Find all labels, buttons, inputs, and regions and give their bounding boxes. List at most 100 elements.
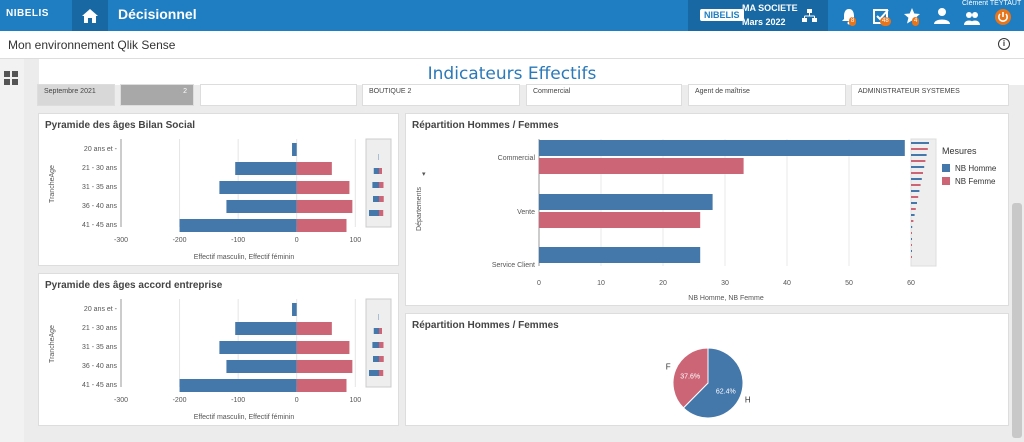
mini-bar <box>911 196 919 198</box>
x-tick-label: 0 <box>295 397 299 404</box>
y-tick-label: Commercial <box>498 155 536 162</box>
mini-bar-female <box>379 328 382 334</box>
top-bar: NIBELIS Décisionnel NIBELIS MA SOCIETE M… <box>0 0 1024 31</box>
bar-male <box>292 143 297 156</box>
mini-bar <box>911 184 921 186</box>
mini-bar <box>911 226 913 228</box>
pyramid-chart[interactable]: -300 -200 -100 0 100 20 ans et - 21 - 30 ans 31… <box>39 114 400 267</box>
bar-male <box>235 322 297 335</box>
bar-male <box>226 200 297 213</box>
y-tick-label: 36 - 40 ans <box>82 363 118 370</box>
notification-badge: 8 <box>849 17 857 26</box>
scrollbar[interactable] <box>1012 203 1022 438</box>
filter-value: Septembre 2021 <box>44 88 96 95</box>
x-tick-label: -200 <box>173 397 187 404</box>
mini-bar-male <box>369 370 379 376</box>
mini-bar-female <box>379 210 384 216</box>
mini-bar-female <box>379 356 384 362</box>
bar-femme <box>539 158 744 174</box>
bar-homme <box>539 247 701 263</box>
y-tick-label: 21 - 30 ans <box>82 325 118 332</box>
mini-bar-female <box>379 342 384 348</box>
x-tick-label: 60 <box>907 280 915 287</box>
mini-bar <box>911 166 925 168</box>
mini-bar <box>911 256 912 258</box>
bar-female <box>296 162 332 175</box>
bar-male <box>235 162 297 175</box>
filter-department[interactable]: Commercial <box>526 84 682 106</box>
left-toolbar <box>0 59 24 442</box>
environment-title: Mon environnement Qlik Sense <box>8 38 176 52</box>
mini-bar <box>911 202 917 204</box>
y-tick-label: 36 - 40 ans <box>82 203 118 210</box>
x-tick-label: 20 <box>659 280 667 287</box>
info-icon[interactable]: i <box>998 38 1010 50</box>
x-axis-title: Effectif masculin, Effectif féminin <box>194 414 295 421</box>
x-tick-label: 50 <box>845 280 853 287</box>
nibelis-logo: NIBELIS <box>6 8 49 19</box>
mini-bar-male <box>369 210 379 216</box>
bar-male <box>219 181 297 194</box>
mini-bar-male <box>373 196 379 202</box>
mini-bar-male <box>373 328 379 334</box>
filter-job[interactable]: ADMINISTRATEUR SYSTEMES <box>851 84 1009 106</box>
bar-female <box>296 379 347 392</box>
user-icon[interactable] <box>933 7 951 25</box>
y-axis-title: Départements <box>416 187 423 231</box>
x-tick-label: -300 <box>114 237 128 244</box>
bar-homme <box>539 194 713 210</box>
mini-bar-male <box>372 342 379 348</box>
home-icon <box>82 8 98 23</box>
pyramid-panel-2: Pyramide des âges accord entreprise -300… <box>38 273 399 426</box>
bar-male <box>219 341 297 354</box>
user-name: Clément TEYTAUT <box>962 0 1022 7</box>
pyramid-chart[interactable]: -300 -200 -100 0 100 20 ans et - 21 - 30 ans 31… <box>39 274 400 427</box>
collapse-arrow-icon: ▾ <box>422 171 426 178</box>
mini-bar <box>911 160 926 162</box>
filter-establishment[interactable]: BOUTIQUE 2 <box>362 84 520 106</box>
y-axis-title: TrancheAge <box>49 325 56 363</box>
legend-title: Mesures <box>942 146 977 156</box>
org-chart-icon[interactable] <box>800 7 818 25</box>
y-tick-label: 41 - 45 ans <box>82 382 118 389</box>
mini-bar <box>911 214 915 216</box>
x-tick-label: 100 <box>349 397 361 404</box>
x-tick-label: -100 <box>231 237 245 244</box>
sub-header: Mon environnement Qlik Sense i <box>0 31 1024 59</box>
y-tick-label: 31 - 35 ans <box>82 344 118 351</box>
y-tick-label: 20 ans et - <box>84 146 118 153</box>
sheet-title: Indicateurs Effectifs <box>427 64 597 84</box>
mini-bar <box>911 220 914 222</box>
mini-bar-male <box>372 182 379 188</box>
bar-female <box>296 181 350 194</box>
x-tick-label: -200 <box>173 237 187 244</box>
favorites-badge: 4 <box>912 17 920 26</box>
x-tick-label: 0 <box>537 280 541 287</box>
mini-bar <box>911 190 920 192</box>
gender-bar-chart[interactable]: 0 10 20 30 40 50 60 Commercial Vente Service Clie… <box>406 114 1010 307</box>
x-tick-label: 100 <box>349 237 361 244</box>
x-tick-label: 0 <box>295 237 299 244</box>
gender-pie-chart[interactable]: 62.4% H 37.6% F <box>406 314 1010 427</box>
legend-swatch <box>942 177 950 185</box>
pie-category-label: F <box>666 363 671 372</box>
home-button[interactable] <box>72 0 108 31</box>
bar-male <box>179 379 297 392</box>
filter-count[interactable]: 2 <box>120 84 194 106</box>
power-icon[interactable] <box>994 8 1012 26</box>
gender-pie-panel: Répartition Hommes / Femmes 62.4% H 37.6% F <box>405 313 1009 426</box>
x-axis-title: Effectif masculin, Effectif féminin <box>194 254 295 261</box>
users-icon[interactable] <box>963 10 981 28</box>
filter-value: BOUTIQUE 2 <box>369 88 412 95</box>
company-logo: NIBELIS <box>700 9 744 21</box>
filter-category[interactable]: Agent de maîtrise <box>688 84 846 106</box>
filter-period[interactable]: Septembre 2021 <box>37 84 115 106</box>
company-period: Mars 2022 <box>742 17 786 27</box>
mini-bar <box>911 244 912 246</box>
tasks-badge: 48 <box>880 17 891 26</box>
mini-bar <box>911 148 928 150</box>
filter-blank[interactable] <box>200 84 357 106</box>
bar-female <box>296 219 347 232</box>
mini-bar <box>911 250 912 252</box>
company-name: MA SOCIETE <box>742 3 798 13</box>
